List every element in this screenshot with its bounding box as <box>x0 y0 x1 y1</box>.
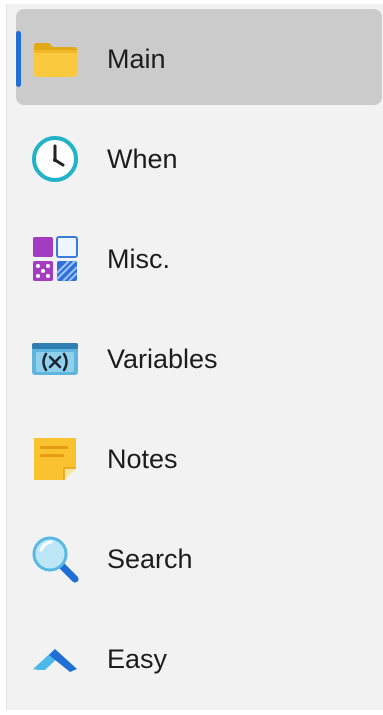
nav-item-label: Main <box>107 44 166 74</box>
nav-item-when[interactable]: When <box>16 109 382 205</box>
variables-icon <box>30 334 80 384</box>
clock-icon <box>30 134 80 184</box>
nav-item-misc[interactable]: Misc. <box>16 209 382 305</box>
nav-item-search[interactable]: Search <box>16 509 382 605</box>
nav-item-variables[interactable]: Variables <box>16 309 382 405</box>
magnifier-icon <box>30 534 80 584</box>
folder-icon <box>30 34 80 84</box>
nav-item-notes[interactable]: Notes <box>16 409 382 505</box>
nav-item-label: Variables <box>107 344 218 374</box>
nav-item-label: When <box>107 144 178 174</box>
selection-indicator <box>16 31 21 87</box>
nav-item-label: Misc. <box>107 244 170 274</box>
nav-item-main[interactable]: Main <box>16 9 382 105</box>
nav-item-label: Search <box>107 544 193 574</box>
nav-item-label: Notes <box>107 444 178 474</box>
nav-item-label: Easy <box>107 644 168 674</box>
nav-item-easy[interactable]: Easy <box>16 609 382 705</box>
navigation-panel: Main When Misc. Variables Notes Search E… <box>6 4 383 710</box>
misc-tiles-icon <box>30 234 80 284</box>
sticky-note-icon <box>30 434 80 484</box>
chevron-up-icon <box>30 634 80 684</box>
